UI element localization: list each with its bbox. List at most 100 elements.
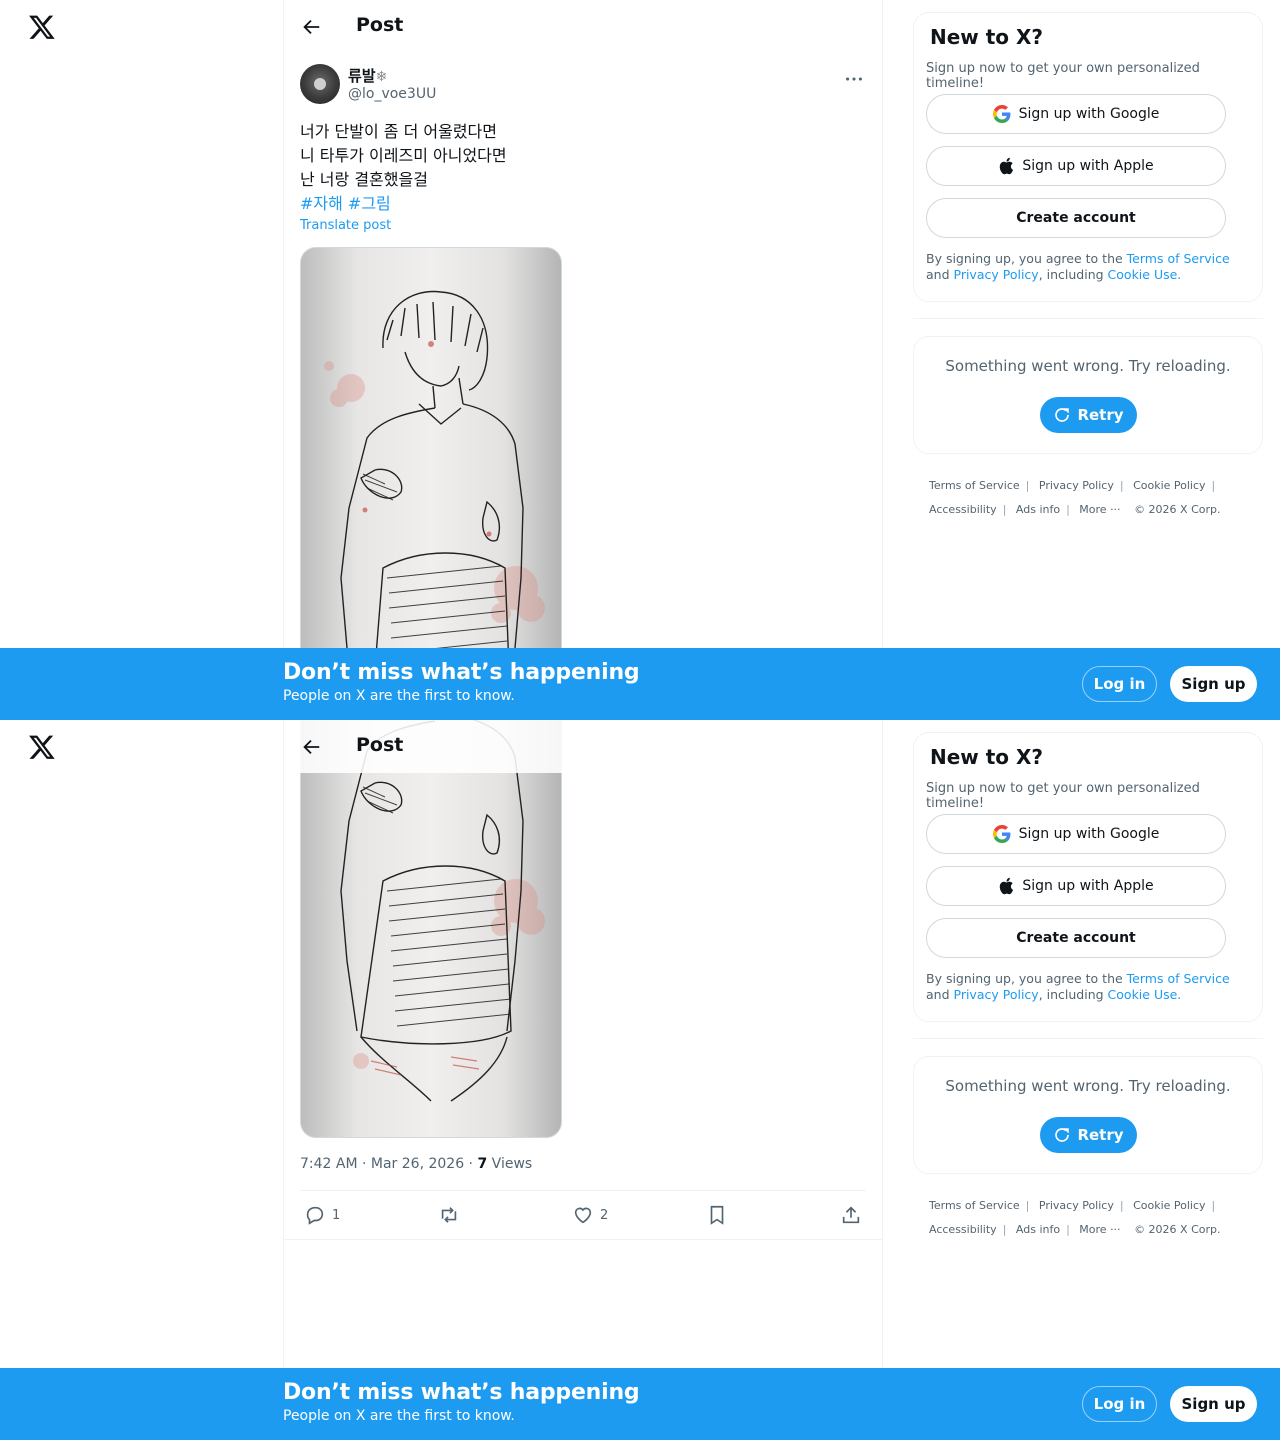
primary-column: Post 류발❄ @lo_voe3UU 너가 단발이 좀 더 어울렸다면 니 타… (283, 0, 883, 720)
google-icon (992, 105, 1011, 123)
author-handle[interactable]: @lo_voe3UU (348, 86, 436, 102)
refresh-icon (1055, 1128, 1070, 1142)
signup-card: New to X? Sign up now to get your own pe… (913, 12, 1263, 302)
x-logo-icon[interactable] (28, 733, 56, 761)
snowflake-icon: ❄ (375, 69, 388, 85)
sidebar-divider (913, 1038, 1263, 1039)
share-button[interactable] (840, 1203, 862, 1227)
sidebar: New to X? Sign up now to get your own pe… (913, 0, 1263, 720)
views-count: 7 (477, 1156, 488, 1172)
signup-button[interactable]: Sign up (1170, 1386, 1257, 1422)
cookie-use-link[interactable]: Cookie Use. (1108, 267, 1182, 282)
google-signup-button[interactable]: Sign up with Google (926, 94, 1226, 134)
signup-card-title: New to X? (930, 745, 1044, 769)
signup-card-subtitle: Sign up now to get your own personalized… (926, 781, 1200, 811)
signup-card-subtitle: Sign up now to get your own personalized… (926, 61, 1200, 91)
back-arrow-icon[interactable] (300, 16, 322, 38)
repost-button[interactable] (438, 1203, 460, 1227)
translate-post-link[interactable]: Translate post (300, 218, 391, 233)
banner-title: Don’t miss what’s happening (283, 660, 640, 685)
footer-link[interactable]: Cookie Policy (1133, 1199, 1205, 1212)
primary-column: Post 7:42 AM · Mar 26, 2026 · 7 Views 1 … (283, 720, 883, 1440)
footer-link[interactable]: Accessibility (929, 503, 997, 516)
views-label: Views (487, 1156, 533, 1172)
bookmark-button[interactable] (706, 1203, 728, 1227)
login-banner: Don’t miss what’s happening People on X … (0, 1368, 1280, 1440)
refresh-icon (1055, 408, 1070, 422)
apple-signup-label: Sign up with Apple (1022, 158, 1154, 174)
terms-of-service-link[interactable]: Terms of Service (1127, 251, 1230, 266)
post-image[interactable] (300, 720, 562, 1138)
footer-more-link[interactable]: More ··· (1079, 503, 1120, 516)
login-button[interactable]: Log in (1082, 1386, 1157, 1422)
terms-of-service-link[interactable]: Terms of Service (1127, 971, 1230, 986)
post-header: Post (284, 720, 882, 773)
signup-card-title: New to X? (930, 25, 1044, 49)
apple-icon (1000, 877, 1014, 895)
footer-link[interactable]: Accessibility (929, 1223, 997, 1236)
like-button[interactable]: 2 (572, 1203, 608, 1227)
post-author: 류발❄ @lo_voe3UU (300, 64, 866, 108)
footer-link[interactable]: Terms of Service (929, 479, 1020, 492)
page-title: Post (356, 14, 404, 36)
post-meta: 7:42 AM · Mar 26, 2026 · 7 Views (300, 1156, 532, 1172)
share-icon (842, 1206, 860, 1224)
footer-link[interactable]: Terms of Service (929, 1199, 1020, 1212)
error-message: Something went wrong. Try reloading. (945, 357, 1231, 375)
post-text-line: 니 타투가 이레즈미 아니었다면 (300, 146, 507, 165)
meta-divider (300, 1190, 866, 1191)
google-signup-button[interactable]: Sign up with Google (926, 814, 1226, 854)
terms-text: , including (1038, 267, 1108, 282)
retry-label: Retry (1077, 406, 1124, 424)
create-account-button[interactable]: Create account (926, 918, 1226, 958)
privacy-policy-link[interactable]: Privacy Policy (954, 987, 1039, 1002)
retry-button[interactable]: Retry (1040, 1117, 1137, 1153)
x-logo-icon[interactable] (28, 13, 56, 41)
privacy-policy-link[interactable]: Privacy Policy (954, 267, 1039, 282)
create-account-button[interactable]: Create account (926, 198, 1226, 238)
post-hashtags[interactable]: #자해 #그림 (300, 192, 507, 216)
heart-icon (574, 1207, 592, 1224)
author-name-text: 류발 (348, 67, 376, 85)
signup-button[interactable]: Sign up (1170, 666, 1257, 702)
more-options-icon[interactable] (842, 68, 866, 90)
actions-divider (284, 1239, 882, 1240)
login-button[interactable]: Log in (1082, 666, 1157, 702)
banner-subtitle: People on X are the first to know. (283, 1408, 515, 1424)
copyright: © 2026 X Corp. (1134, 1223, 1221, 1236)
post-text-line: 난 너랑 결혼했을걸 (300, 170, 428, 189)
reply-icon (306, 1206, 324, 1225)
footer-link[interactable]: Privacy Policy (1039, 479, 1114, 492)
error-card: Something went wrong. Try reloading. Ret… (913, 1056, 1263, 1174)
terms-text: By signing up, you agree to the (926, 251, 1127, 266)
footer-link[interactable]: Ads info (1016, 503, 1060, 516)
terms-text: and (926, 267, 954, 282)
error-message: Something went wrong. Try reloading. (945, 1077, 1231, 1095)
footer-link[interactable]: Privacy Policy (1039, 1199, 1114, 1212)
reply-button[interactable]: 1 (304, 1203, 340, 1227)
author-name[interactable]: 류발❄ (348, 65, 387, 86)
avatar[interactable] (300, 64, 340, 104)
apple-signup-button[interactable]: Sign up with Apple (926, 866, 1226, 906)
bookmark-icon (710, 1205, 724, 1225)
footer-more-link[interactable]: More ··· (1079, 1223, 1120, 1236)
page-title: Post (356, 734, 404, 756)
post-timestamp[interactable]: 7:42 AM · Mar 26, 2026 · (300, 1156, 477, 1172)
retry-button[interactable]: Retry (1040, 397, 1137, 433)
post-image-drawing (340, 720, 545, 1102)
footer-link[interactable]: Ads info (1016, 1223, 1060, 1236)
error-card: Something went wrong. Try reloading. Ret… (913, 336, 1263, 454)
signup-terms: By signing up, you agree to the Terms of… (926, 251, 1252, 283)
google-signup-label: Sign up with Google (1018, 106, 1160, 122)
apple-icon (1000, 157, 1014, 175)
login-banner: Don’t miss what’s happening People on X … (0, 648, 1280, 720)
apple-signup-button[interactable]: Sign up with Apple (926, 146, 1226, 186)
banner-subtitle: People on X are the first to know. (283, 688, 515, 704)
back-arrow-icon[interactable] (300, 736, 322, 758)
footer-link[interactable]: Cookie Policy (1133, 479, 1205, 492)
cookie-use-link[interactable]: Cookie Use. (1108, 987, 1182, 1002)
terms-text: , including (1038, 987, 1108, 1002)
retry-label: Retry (1077, 1126, 1124, 1144)
screenshot-frame-bottom: Post 7:42 AM · Mar 26, 2026 · 7 Views 1 … (0, 720, 1280, 1440)
footer-links: Terms of Service | Privacy Policy | Cookie… (929, 1199, 1221, 1236)
